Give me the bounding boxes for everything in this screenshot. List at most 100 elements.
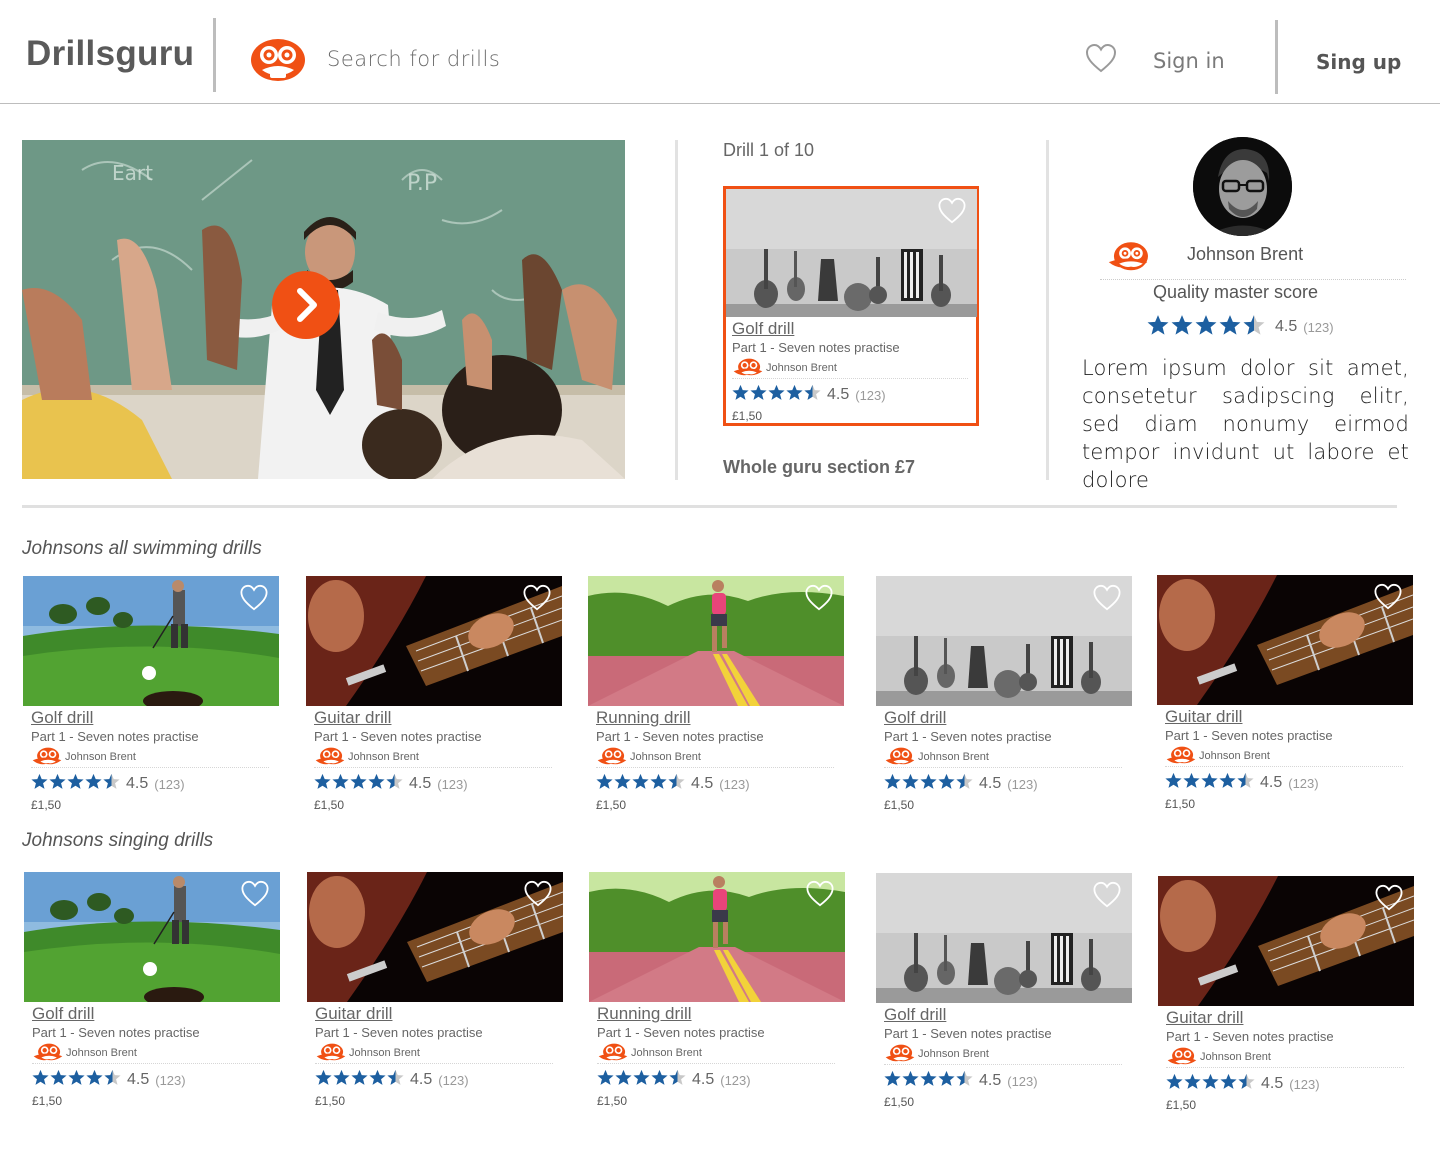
drill-title-link[interactable]: Golf drill [31,707,271,728]
author-name[interactable]: Johnson Brent [349,1047,420,1059]
drill-title-link[interactable]: Guitar drill [315,1003,555,1024]
author-name[interactable]: Johnson Brent [1200,1051,1271,1063]
drill-thumbnail[interactable] [876,873,1132,1003]
sign-in-link[interactable]: Sign in [1153,49,1225,73]
drill-card[interactable]: Guitar drill Part 1 - Seven notes practis… [1158,876,1414,1112]
drill-card[interactable]: Golf drill Part 1 - Seven notes practise J… [23,576,279,812]
drill-thumbnail[interactable] [876,576,1132,706]
heart-icon[interactable] [805,880,835,907]
star-icon [315,1069,332,1085]
sign-up-button[interactable]: Sing up [1316,50,1401,74]
drill-thumbnail[interactable] [1158,876,1414,1006]
star-icon [86,1069,103,1085]
hero-video[interactable]: Eart P.P [22,140,625,479]
star-icon [651,1069,668,1085]
quality-score-label: Quality master score [1153,282,1319,302]
drill-price: £1,50 [32,1094,63,1108]
star-rating [1166,1073,1255,1095]
star-icon [668,773,685,789]
star-icon [902,773,919,789]
rating-row: 4.5 (123) [732,383,970,407]
heart-icon[interactable] [1374,884,1404,911]
heart-icon[interactable] [240,880,270,907]
whole-section-price[interactable]: Whole guru section £7 [723,457,915,478]
avatar[interactable] [1193,137,1292,236]
drill-thumbnail[interactable] [307,872,563,1002]
featured-drill-card[interactable]: Golf drill Part 1 - Seven notes practise J… [723,186,979,426]
heart-icon[interactable] [1373,583,1403,610]
rating-value: 4.5 [1275,318,1298,335]
rating-count: (123) [1303,319,1334,335]
heart-icon[interactable] [523,880,553,907]
section-separator [22,505,1397,508]
heart-icon[interactable] [1085,43,1117,73]
drill-title-link[interactable]: Running drill [597,1003,837,1024]
drill-card[interactable]: Guitar drill Part 1 - Seven notes practis… [1157,575,1413,811]
author-name[interactable]: Johnson Brent [348,751,419,763]
star-rating [31,773,120,795]
author-name[interactable]: Johnson Brent [65,751,136,763]
star-icon [597,1069,614,1085]
heart-icon[interactable] [804,584,834,611]
star-icon [50,1069,67,1085]
drill-title-link[interactable]: Golf drill [32,1003,272,1024]
drill-thumbnail[interactable] [1157,575,1413,705]
drill-subtitle: Part 1 - Seven notes practise [596,729,764,744]
mascot-logo-icon [1166,746,1196,763]
drill-price: £1,50 [1165,797,1196,811]
drill-subtitle: Part 1 - Seven notes practise [314,729,482,744]
drill-thumbnail[interactable] [726,189,977,317]
drill-title-link[interactable]: Golf drill [732,318,970,339]
mascot-logo-icon[interactable] [250,36,306,82]
drill-title-link[interactable]: Golf drill [884,707,1124,728]
drill-thumbnail[interactable] [23,576,279,706]
drill-thumbnail[interactable] [306,576,562,706]
heart-icon[interactable] [1092,881,1122,908]
author-row: Johnson Brent [884,1043,1122,1065]
drill-card[interactable]: Guitar drill Part 1 - Seven notes practis… [307,872,563,1108]
profile-name[interactable]: Johnson Brent [1187,244,1303,265]
avatar-photo [1193,137,1292,236]
drill-card[interactable]: Running drill Part 1 - Seven notes practi… [588,576,844,812]
star-icon [1184,1073,1201,1089]
star-icon [1147,314,1169,335]
rating-value: 4.5 [979,775,1002,792]
drill-thumbnail[interactable] [24,872,280,1002]
star-icon [884,1070,901,1086]
search-input[interactable] [327,47,627,71]
drill-card[interactable]: Guitar drill Part 1 - Seven notes practis… [306,576,562,812]
drill-thumbnail[interactable] [588,576,844,706]
drill-card[interactable]: Golf drill Part 1 - Seven notes practise J… [24,872,280,1108]
drill-title-link[interactable]: Guitar drill [1166,1007,1406,1028]
drill-title-link[interactable]: Guitar drill [1165,706,1405,727]
star-icon [1238,1073,1255,1089]
drill-title-link[interactable]: Golf drill [884,1004,1124,1025]
heart-icon[interactable] [522,584,552,611]
drill-subtitle: Part 1 - Seven notes practise [31,729,199,744]
star-icon [920,1070,937,1086]
author-name[interactable]: Johnson Brent [631,1047,702,1059]
heart-icon[interactable] [239,584,269,611]
heart-icon[interactable] [1092,584,1122,611]
author-name[interactable]: Johnson Brent [630,751,701,763]
author-row: Johnson Brent [1166,1046,1404,1068]
logo-text[interactable]: Drillsguru [26,34,194,74]
author-name[interactable]: Johnson Brent [1199,750,1270,762]
drill-thumbnail[interactable] [589,872,845,1002]
rating-value: 4.5 [127,1071,150,1088]
drill-title-link[interactable]: Guitar drill [314,707,554,728]
star-icon [1166,1073,1183,1089]
drill-title-link[interactable]: Running drill [596,707,836,728]
author-name[interactable]: Johnson Brent [66,1047,137,1059]
heart-icon[interactable] [937,197,967,224]
author-name[interactable]: Johnson Brent [918,751,989,763]
play-button[interactable] [272,271,340,339]
author-name[interactable]: Johnson Brent [766,362,837,374]
drill-card[interactable]: Running drill Part 1 - Seven notes practi… [589,872,845,1108]
star-rating [314,773,403,795]
section-title: Johnsons all swimming drills [22,538,262,559]
star-icon [49,773,66,789]
author-name[interactable]: Johnson Brent [918,1048,989,1060]
drill-card[interactable]: Golf drill Part 1 - Seven notes practise J… [876,576,1132,812]
drill-card[interactable]: Golf drill Part 1 - Seven notes practise J… [876,873,1132,1109]
